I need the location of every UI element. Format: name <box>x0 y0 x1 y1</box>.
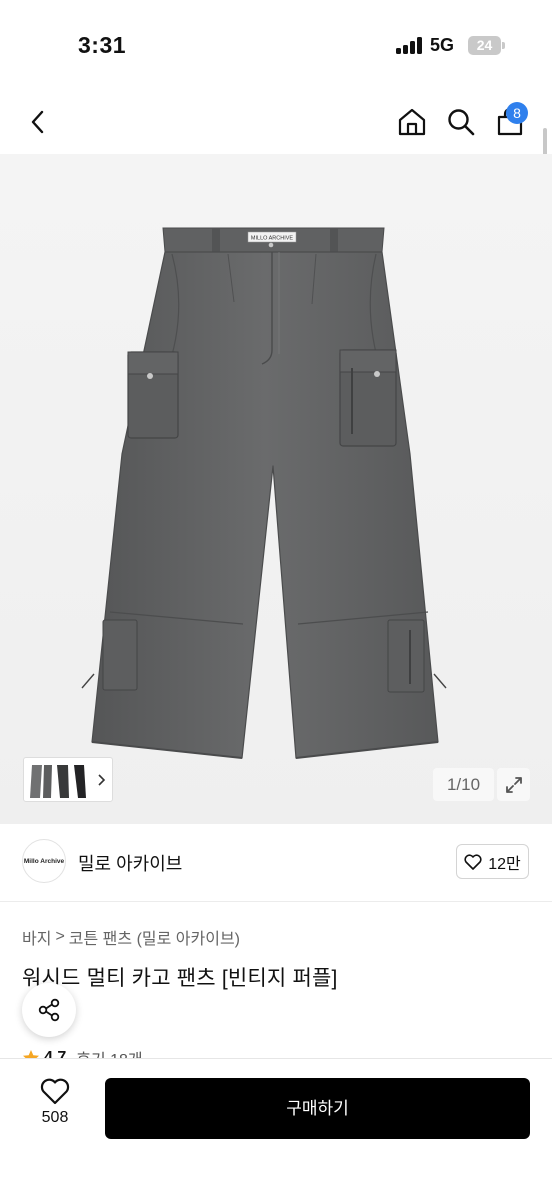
breadcrumb-subcategory[interactable]: 코튼 팬츠 (밀로 아카이브) <box>69 925 240 949</box>
breadcrumb-category[interactable]: 바지 <box>22 925 51 949</box>
network-label: 5G <box>430 35 455 55</box>
search-button[interactable] <box>441 102 481 142</box>
expand-icon <box>505 776 522 793</box>
status-bar: 3:31 5G 24 <box>0 0 552 90</box>
thumbnail-strip[interactable] <box>23 757 113 802</box>
seller-logo[interactable]: Millo Archive <box>22 839 66 883</box>
chevron-right-icon <box>98 774 106 786</box>
product-image: MILLO ARCHIVE <box>81 227 447 759</box>
battery-cap <box>502 42 505 49</box>
product-image-gallery[interactable]: MILLO ARCHIVE 1/10 <box>0 154 552 824</box>
signal-icon <box>396 37 422 54</box>
top-nav <box>0 90 552 154</box>
thumbnail-image <box>30 765 106 798</box>
share-icon <box>38 998 60 1022</box>
seller-name[interactable]: 밀로 아카이브 <box>78 850 182 876</box>
bottom-purchase-bar: 508 구매하기 <box>0 1058 552 1200</box>
buy-button[interactable]: 구매하기 <box>105 1078 530 1139</box>
back-button[interactable] <box>18 102 58 142</box>
product-title: 워시드 멀티 카고 팬츠 [빈티지 퍼플] <box>22 967 338 990</box>
home-icon <box>398 108 426 136</box>
store-like-count: 12만 <box>488 855 521 873</box>
status-time: 3:31 <box>78 32 127 58</box>
image-counter: 1/10 <box>433 768 494 801</box>
brand-tag: MILLO ARCHIVE <box>251 236 294 242</box>
expand-button[interactable] <box>497 768 530 801</box>
battery-icon: 24 <box>468 36 501 55</box>
back-icon <box>31 110 44 134</box>
store-like-button[interactable]: 12만 <box>456 844 529 879</box>
wishlist-button[interactable]: 508 <box>20 1077 90 1147</box>
wishlist-count: 508 <box>41 1109 69 1126</box>
heart-icon <box>40 1078 70 1105</box>
breadcrumb: 바지 > 코튼 팬츠 (밀로 아카이브) <box>22 925 240 949</box>
home-button[interactable] <box>392 102 432 142</box>
share-button[interactable] <box>22 983 76 1037</box>
search-icon <box>448 109 475 136</box>
breadcrumb-separator: > <box>55 928 65 945</box>
cart-badge: 8 <box>506 102 528 124</box>
heart-icon <box>464 853 482 870</box>
seller-row[interactable]: Millo Archive 밀로 아카이브 12만 <box>0 824 552 902</box>
